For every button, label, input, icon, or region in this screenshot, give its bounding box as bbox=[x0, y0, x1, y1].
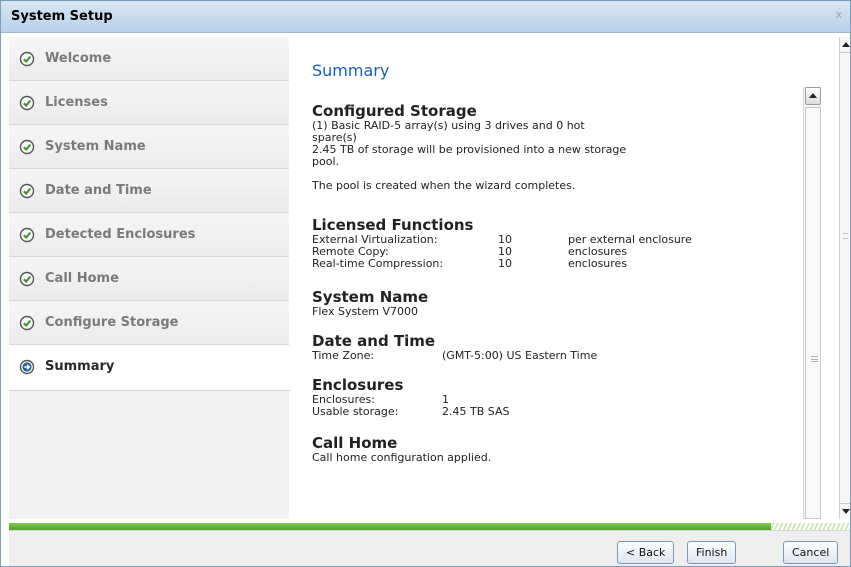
page-title: Summary bbox=[312, 61, 390, 80]
progress-fill bbox=[9, 523, 771, 530]
wizard-progress-bar bbox=[9, 523, 850, 530]
step-detected-enclosures[interactable]: Detected Enclosures bbox=[9, 213, 289, 257]
time-zone-value: (GMT-5:00) US Eastern Time bbox=[442, 349, 598, 362]
step-configure-storage[interactable]: Configure Storage bbox=[9, 301, 289, 345]
step-label: Licenses bbox=[45, 95, 108, 110]
section-heading: Call Home bbox=[312, 434, 398, 452]
scroll-down-arrow-icon[interactable] bbox=[840, 503, 850, 519]
license-value: 10 bbox=[498, 257, 512, 270]
storage-line: (1) Basic RAID-5 array(s) using 3 drives… bbox=[312, 119, 585, 132]
window-scrollbar[interactable] bbox=[839, 37, 850, 519]
summary-scrollbar[interactable] bbox=[803, 87, 821, 519]
license-unit: enclosures bbox=[568, 257, 628, 270]
check-circle-icon bbox=[19, 315, 35, 331]
licensed-functions-section: Licensed Functions External Virtualizati… bbox=[312, 217, 692, 270]
enclosure-value: 2.45 TB SAS bbox=[442, 405, 510, 418]
enclosure-label: Usable storage: bbox=[312, 405, 399, 418]
storage-line: pool. bbox=[312, 155, 339, 168]
storage-line: 2.45 TB of storage will be provisioned i… bbox=[312, 143, 627, 156]
section-heading: System Name bbox=[312, 288, 429, 306]
step-label: System Name bbox=[45, 139, 146, 154]
step-label: Call Home bbox=[45, 271, 119, 286]
section-heading: Configured Storage bbox=[312, 102, 477, 120]
call-home-section: Call Home Call home configuration applie… bbox=[312, 435, 692, 464]
section-heading: Date and Time bbox=[312, 332, 436, 350]
arrow-circle-icon bbox=[19, 359, 35, 375]
scroll-up-button[interactable] bbox=[805, 87, 821, 105]
enclosure-row: Usable storage: 2.45 TB SAS bbox=[312, 406, 692, 418]
button-bar: < Back Finish Cancel bbox=[9, 530, 850, 566]
step-welcome[interactable]: Welcome bbox=[9, 37, 289, 81]
summary-panel: Summary Configured Storage (1) Basic RAI… bbox=[290, 37, 838, 519]
title-bar: System Setup x bbox=[1, 1, 850, 33]
window-title: System Setup bbox=[11, 9, 113, 24]
check-circle-icon bbox=[19, 227, 35, 243]
scroll-thumb[interactable] bbox=[805, 107, 821, 519]
section-heading: Licensed Functions bbox=[312, 216, 474, 234]
step-system-name[interactable]: System Name bbox=[9, 125, 289, 169]
sidebar-empty-area bbox=[9, 391, 289, 519]
time-zone-label: Time Zone: bbox=[312, 349, 375, 362]
back-button[interactable]: < Back bbox=[617, 541, 675, 564]
finish-button[interactable]: Finish bbox=[687, 541, 737, 564]
license-name: Real-time Compression: bbox=[312, 257, 444, 270]
system-name-value: Flex System V7000 bbox=[312, 305, 418, 318]
step-summary[interactable]: Summary bbox=[9, 345, 290, 391]
step-label: Summary bbox=[45, 359, 115, 374]
check-circle-icon bbox=[19, 95, 35, 111]
step-date-and-time[interactable]: Date and Time bbox=[9, 169, 289, 213]
step-label: Date and Time bbox=[45, 183, 152, 198]
step-licenses[interactable]: Licenses bbox=[9, 81, 289, 125]
call-home-value: Call home configuration applied. bbox=[312, 451, 492, 464]
date-time-section: Date and Time Time Zone: (GMT-5:00) US E… bbox=[312, 333, 692, 362]
close-icon[interactable]: x bbox=[835, 9, 842, 21]
grip-icon bbox=[843, 233, 848, 239]
section-heading: Enclosures bbox=[312, 376, 404, 394]
summary-scroll-area: Configured Storage (1) Basic RAID-5 arra… bbox=[312, 99, 822, 519]
step-label: Welcome bbox=[45, 51, 112, 66]
step-label: Configure Storage bbox=[45, 315, 179, 330]
wizard-steps-sidebar: Welcome Licenses System Name Date and Ti… bbox=[9, 37, 290, 519]
check-circle-icon bbox=[19, 51, 35, 67]
step-call-home[interactable]: Call Home bbox=[9, 257, 289, 301]
check-circle-icon bbox=[19, 183, 35, 199]
system-setup-window: System Setup x Welcome Licenses System N… bbox=[0, 0, 851, 567]
enclosures-section: Enclosures Enclosures: 1 Usable storage:… bbox=[312, 377, 692, 418]
cancel-button[interactable]: Cancel bbox=[783, 541, 839, 564]
scroll-up-arrow-icon[interactable] bbox=[840, 37, 850, 53]
configured-storage-section: Configured Storage (1) Basic RAID-5 arra… bbox=[312, 103, 692, 192]
check-circle-icon bbox=[19, 139, 35, 155]
storage-note: The pool is created when the wizard comp… bbox=[312, 179, 576, 192]
system-name-section: System Name Flex System V7000 bbox=[312, 289, 692, 318]
grip-icon bbox=[811, 356, 818, 362]
time-zone-row: Time Zone: (GMT-5:00) US Eastern Time bbox=[312, 350, 692, 362]
check-circle-icon bbox=[19, 271, 35, 287]
step-label: Detected Enclosures bbox=[45, 227, 196, 242]
license-row: Real-time Compression: 10 enclosures bbox=[312, 258, 692, 270]
